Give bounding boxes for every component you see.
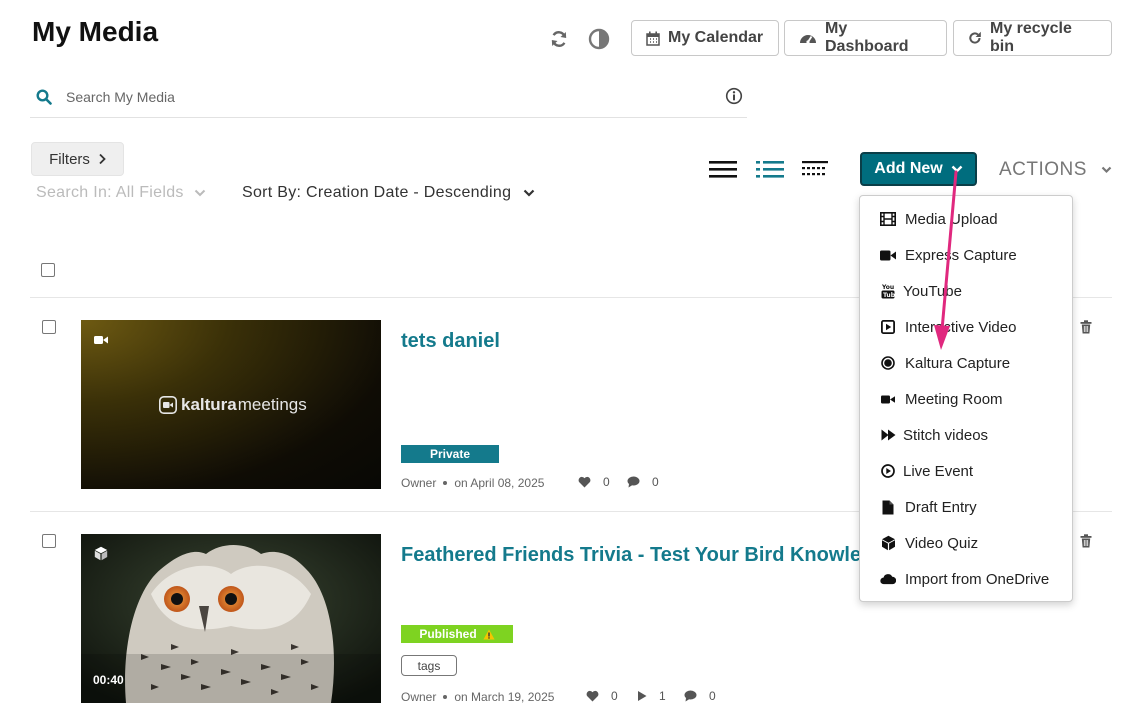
dashboard-icon bbox=[800, 35, 816, 44]
menu-item-live-event[interactable]: Live Event bbox=[860, 453, 1072, 489]
trash-icon[interactable] bbox=[1080, 320, 1092, 334]
entry-meta: Owner on April 08, 2025 bbox=[401, 476, 545, 490]
search-in-label: Search In: All Fields bbox=[36, 184, 184, 201]
my-calendar-button[interactable]: My Calendar bbox=[631, 20, 779, 56]
film-icon bbox=[880, 211, 896, 227]
heart-icon bbox=[578, 476, 591, 488]
refresh-icon[interactable] bbox=[548, 28, 570, 50]
comment-icon bbox=[627, 476, 640, 488]
compact-view-icon[interactable] bbox=[802, 158, 830, 180]
filters-label: Filters bbox=[49, 150, 90, 168]
my-dashboard-button[interactable]: My Dashboard bbox=[784, 20, 947, 56]
entry-checkbox[interactable] bbox=[42, 534, 56, 548]
play-circle-icon bbox=[880, 463, 896, 479]
likes-count: 0 bbox=[586, 689, 618, 703]
search-bar bbox=[30, 76, 747, 118]
file-icon bbox=[880, 499, 896, 515]
comment-icon bbox=[684, 690, 697, 702]
video-camera-small-icon bbox=[880, 391, 896, 407]
video-camera-icon bbox=[880, 247, 896, 263]
chevron-down-icon bbox=[1101, 166, 1112, 174]
annotation-arrow bbox=[934, 170, 958, 350]
cube-icon bbox=[94, 546, 108, 561]
sort-by-label: Sort By: Creation Date - Descending bbox=[242, 184, 512, 201]
actions-dropdown[interactable]: ACTIONS bbox=[999, 159, 1112, 181]
chevron-down-icon bbox=[524, 189, 535, 197]
owl-image bbox=[81, 534, 381, 703]
status-badge: Published bbox=[401, 625, 513, 643]
comments-count: 0 bbox=[627, 475, 659, 489]
kaltura-meetings-logo: kaltura meetings bbox=[159, 395, 307, 415]
fast-forward-icon bbox=[880, 427, 896, 443]
menu-item-draft-entry[interactable]: Draft Entry bbox=[860, 489, 1072, 525]
entry-thumbnail[interactable]: 00:40 bbox=[81, 534, 381, 703]
duration-label: 00:40 bbox=[93, 673, 124, 687]
search-icon bbox=[36, 88, 52, 105]
menu-item-meeting-room[interactable]: Meeting Room bbox=[860, 381, 1072, 417]
menu-item-kaltura-capture[interactable]: Kaltura Capture bbox=[860, 345, 1072, 381]
menu-item-youtube[interactable]: YouTube YouTube bbox=[860, 273, 1072, 309]
menu-item-express-capture[interactable]: Express Capture bbox=[860, 237, 1072, 273]
menu-item-interactive-video[interactable]: Interactive Video bbox=[860, 309, 1072, 345]
my-dashboard-label: My Dashboard bbox=[825, 20, 909, 55]
kaltura-logo-icon bbox=[159, 396, 177, 414]
youtube-icon: YouTube bbox=[880, 283, 896, 299]
entry-thumbnail[interactable]: kaltura meetings bbox=[81, 320, 381, 489]
search-input[interactable] bbox=[66, 88, 706, 105]
entry-meta: Owner on March 19, 2025 bbox=[401, 690, 555, 704]
sort-by-dropdown[interactable]: Sort By: Creation Date - Descending bbox=[242, 184, 535, 202]
search-in-dropdown[interactable]: Search In: All Fields bbox=[36, 184, 206, 202]
filters-button[interactable]: Filters bbox=[31, 142, 124, 176]
menu-item-media-upload[interactable]: Media Upload bbox=[860, 201, 1072, 237]
redo-icon bbox=[969, 31, 981, 44]
svg-text:You: You bbox=[881, 284, 894, 291]
menu-item-video-quiz[interactable]: Video Quiz bbox=[860, 525, 1072, 561]
contrast-icon[interactable] bbox=[588, 28, 610, 50]
heart-icon bbox=[586, 690, 599, 702]
entry-title-link[interactable]: Feathered Friends Trivia - Test Your Bir… bbox=[401, 544, 859, 567]
entry-checkbox[interactable] bbox=[42, 320, 56, 334]
record-icon bbox=[880, 355, 896, 371]
chevron-down-icon bbox=[194, 189, 205, 197]
select-all-checkbox[interactable] bbox=[41, 263, 55, 277]
play-icon bbox=[638, 691, 647, 701]
list-view-icon[interactable] bbox=[709, 158, 737, 180]
comments-count: 0 bbox=[684, 689, 716, 703]
my-recycle-bin-label: My recycle bin bbox=[990, 20, 1072, 55]
add-new-menu: Media Upload Express Capture YouTube You… bbox=[859, 195, 1073, 602]
detailed-view-icon[interactable] bbox=[756, 158, 784, 180]
trash-icon[interactable] bbox=[1080, 534, 1092, 548]
calendar-icon bbox=[646, 31, 660, 46]
chevron-right-icon bbox=[99, 153, 106, 165]
likes-count: 0 bbox=[578, 475, 610, 489]
cloud-icon bbox=[880, 571, 896, 587]
plays-count: 1 bbox=[637, 689, 666, 703]
my-calendar-label: My Calendar bbox=[668, 29, 764, 46]
menu-item-stitch-videos[interactable]: Stitch videos bbox=[860, 417, 1072, 453]
cube-icon bbox=[880, 535, 896, 551]
tag-chip[interactable]: tags bbox=[401, 655, 457, 676]
info-icon[interactable] bbox=[725, 87, 743, 105]
svg-text:Tube: Tube bbox=[883, 292, 895, 299]
play-square-icon bbox=[880, 319, 896, 335]
video-camera-icon bbox=[94, 336, 108, 344]
warning-icon bbox=[483, 629, 495, 639]
menu-item-import-onedrive[interactable]: Import from OneDrive bbox=[860, 561, 1072, 597]
page-title: My Media bbox=[32, 16, 159, 47]
entry-title-link[interactable]: tets daniel bbox=[401, 330, 500, 353]
my-recycle-bin-button[interactable]: My recycle bin bbox=[953, 20, 1112, 56]
status-badge: Private bbox=[401, 445, 499, 463]
actions-label: ACTIONS bbox=[999, 159, 1087, 180]
